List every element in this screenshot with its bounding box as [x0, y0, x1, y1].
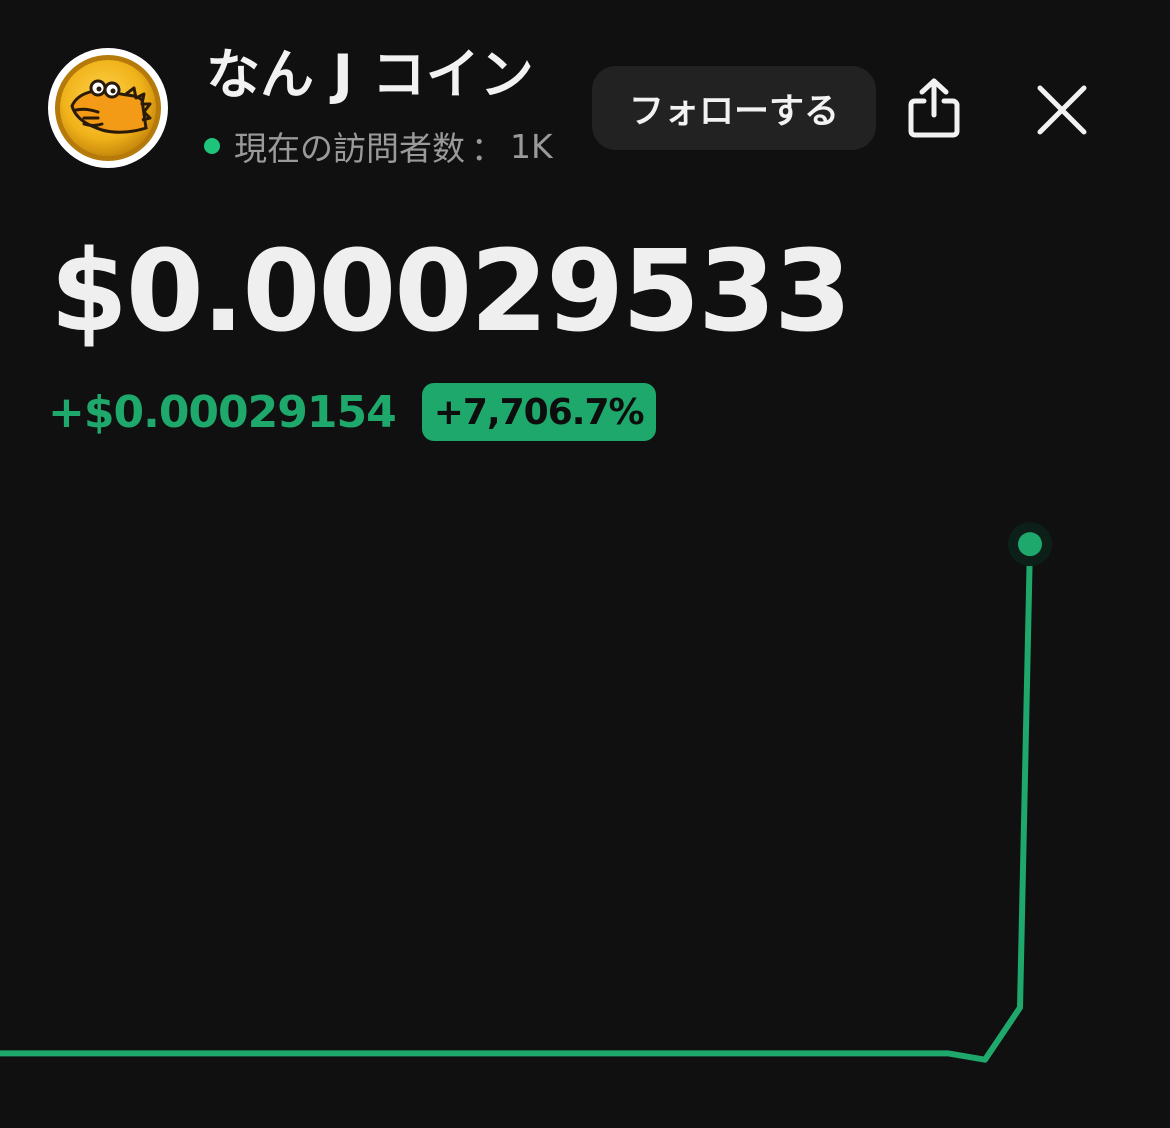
share-button[interactable]: [894, 66, 974, 150]
price-change-amount: +$0.00029154: [48, 386, 397, 438]
live-dot-icon: [204, 138, 220, 154]
visitors-indicator: 現在の訪問者数 ： 1K: [204, 124, 553, 168]
price-series-line: [0, 541, 1033, 1063]
latest-point-marker: [1018, 532, 1042, 557]
coin-detail-sheet: なん J コイン 現在の訪問者数 ： 1K フォローする $0.00029533…: [0, 0, 1170, 1128]
follow-button[interactable]: フォローする: [592, 66, 876, 150]
price-change-percent-badge: +7,706.7%: [421, 383, 656, 441]
current-price: $0.00029533: [50, 227, 852, 357]
price-chart[interactable]: [0, 470, 1170, 1128]
coin-avatar: [48, 48, 168, 168]
visitors-label: 現在の訪問者数: [234, 129, 465, 168]
visitors-separator: ：: [471, 129, 504, 168]
share-icon: [908, 78, 960, 138]
coin-logo-icon: [55, 55, 161, 161]
visitors-count: 1K: [510, 126, 553, 166]
close-icon: [1037, 85, 1087, 135]
price-change-row: +$0.00029154 +7,706.7%: [48, 382, 656, 442]
close-button[interactable]: [1022, 70, 1102, 150]
coin-name: なん J コイン: [206, 43, 534, 106]
